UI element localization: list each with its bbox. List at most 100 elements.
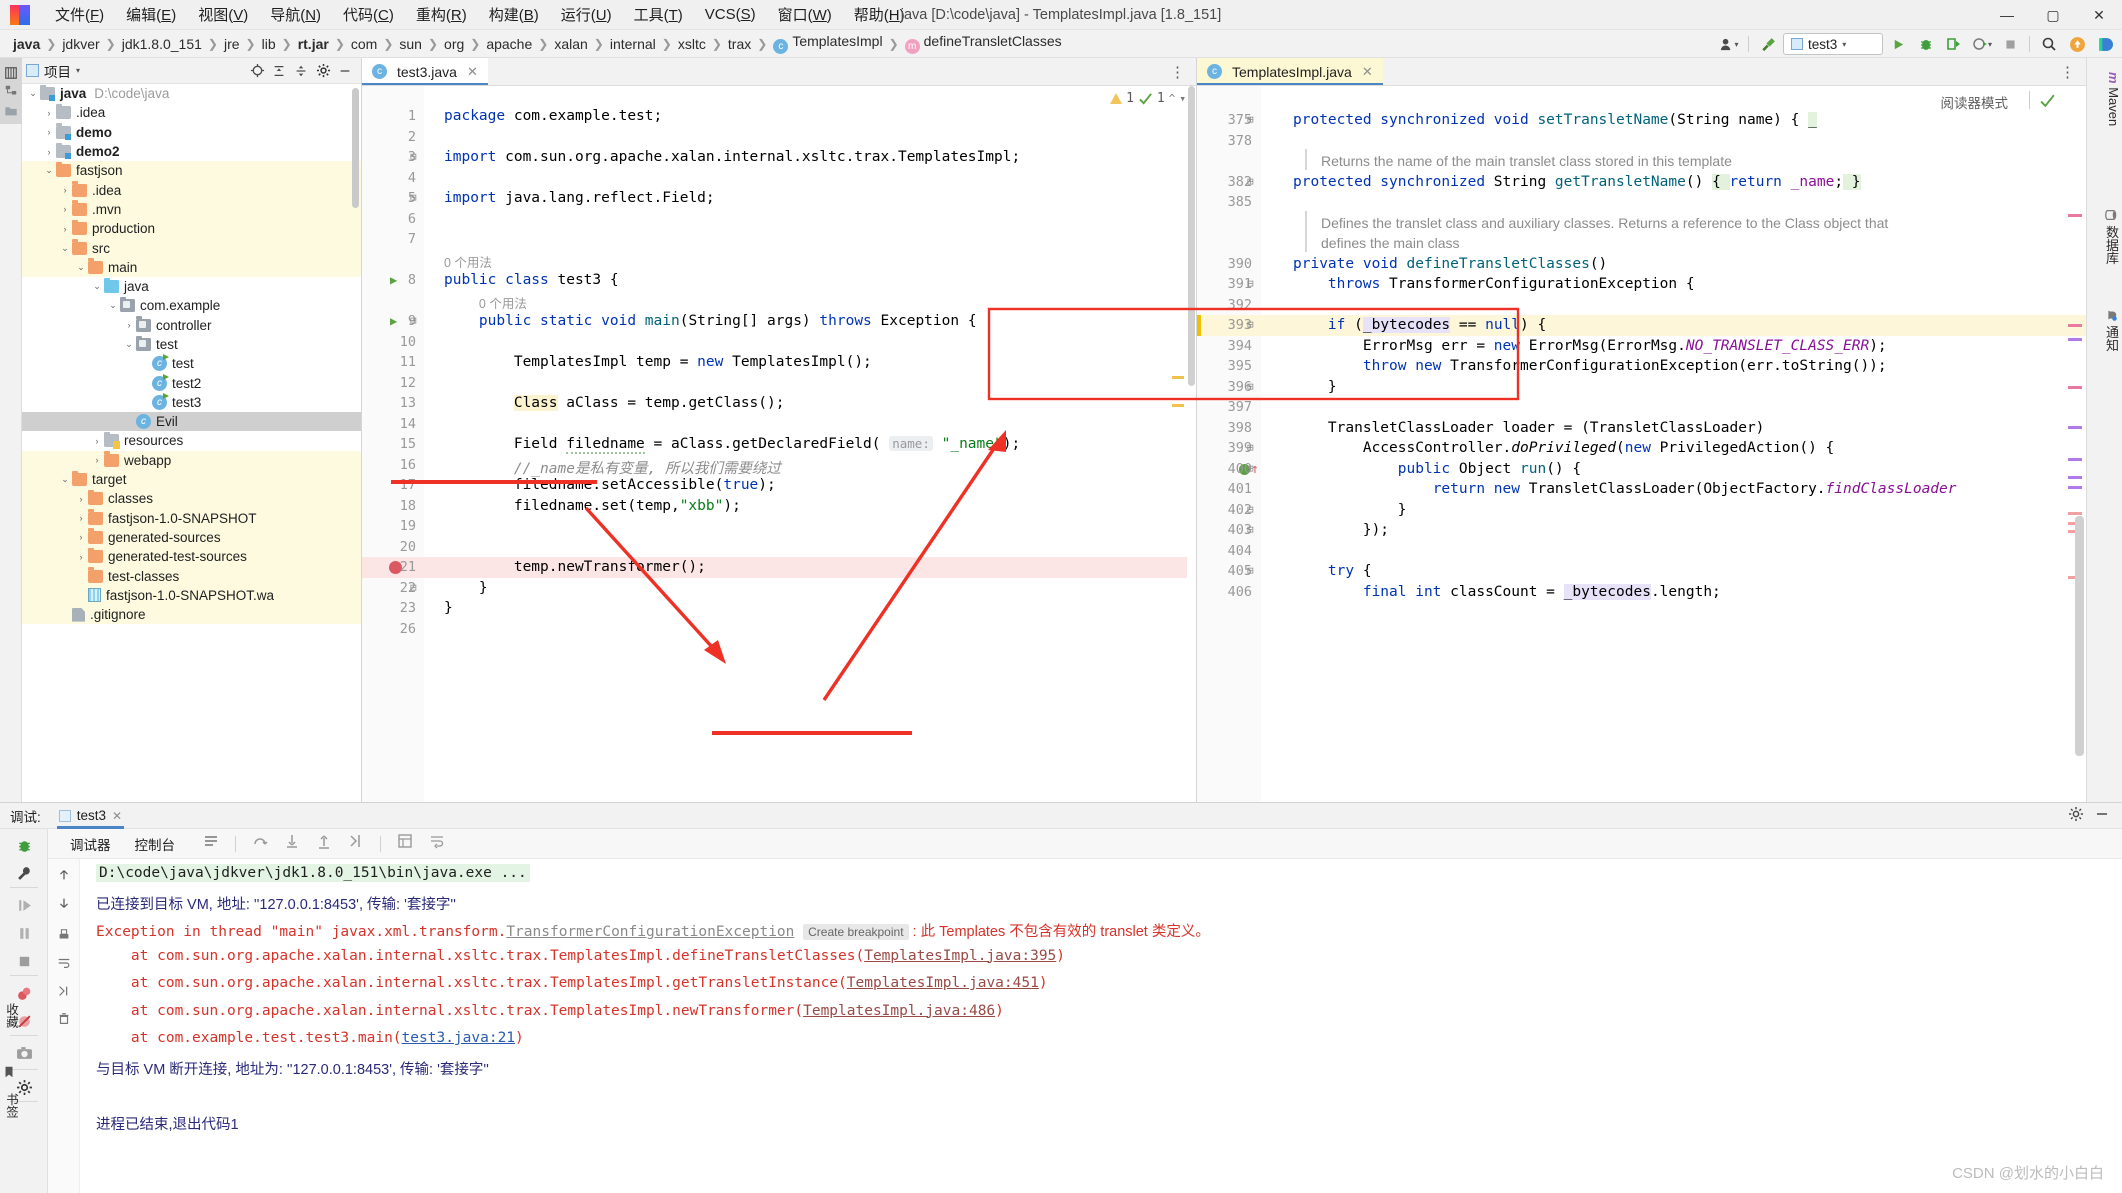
breadcrumb-item[interactable]: xsltc xyxy=(673,35,711,53)
chevron-down-icon[interactable]: ⌄ xyxy=(42,165,56,176)
tree-node[interactable]: ⌄ java D:\code\java xyxy=(22,84,361,103)
run-configuration-selector[interactable]: test3 ▾ xyxy=(1783,33,1883,55)
evaluate-icon[interactable] xyxy=(397,833,413,854)
tree-node[interactable]: ·ctest3 xyxy=(22,392,361,412)
settings-gear-icon[interactable] xyxy=(2068,806,2084,825)
collapse-all-icon[interactable] xyxy=(293,63,309,79)
scroll-to-end-icon[interactable] xyxy=(56,983,72,999)
menu-build[interactable]: 构建(B) xyxy=(478,0,550,29)
breadcrumb-item[interactable]: c TemplatesImpl xyxy=(768,32,887,55)
menu-code[interactable]: 代码(C) xyxy=(332,0,405,29)
step-out-icon[interactable] xyxy=(316,833,332,854)
bottom-strip-bookmarks[interactable]: 书签 xyxy=(2,1093,21,1118)
breadcrumb-item[interactable]: lib xyxy=(257,35,281,53)
debug-bug-icon[interactable] xyxy=(14,835,34,855)
user-icon[interactable]: ▾ xyxy=(1716,32,1742,56)
close-icon[interactable]: ✕ xyxy=(1362,64,1373,80)
chevron-down-icon[interactable]: ⌄ xyxy=(74,262,88,273)
chevron-right-icon[interactable]: › xyxy=(90,455,104,465)
tree-node[interactable]: › production xyxy=(22,219,361,239)
menu-help[interactable]: 帮助(H) xyxy=(843,0,916,29)
fold-toggle-icon[interactable]: ⊞ xyxy=(1247,113,1254,126)
chevron-right-icon[interactable]: · xyxy=(138,397,152,407)
fold-toggle-icon[interactable]: ⊟ xyxy=(1247,380,1254,393)
editor-right-code[interactable]: 阅读器模式 375 ⊞ protected synchronized void se… xyxy=(1197,86,2086,802)
run-with-coverage-icon[interactable] xyxy=(1941,32,1967,56)
tree-node[interactable]: › demo xyxy=(22,123,361,142)
chevron-right-icon[interactable]: › xyxy=(74,532,88,542)
analysis-stripe[interactable] xyxy=(1172,404,1184,407)
debug-subtab[interactable]: 控制台 xyxy=(123,830,188,863)
minimize-button[interactable]: — xyxy=(1984,0,2030,30)
search-icon[interactable] xyxy=(2036,32,2062,56)
tree-node[interactable]: ·ctest xyxy=(22,354,361,373)
fold-toggle-icon[interactable]: ⊟ xyxy=(1247,523,1254,536)
fold-toggle-icon[interactable]: ⊟ xyxy=(1247,564,1254,577)
chevron-down-icon[interactable]: ⌄ xyxy=(106,300,120,311)
breadcrumb-item[interactable]: xalan xyxy=(549,35,592,53)
breadcrumb-item[interactable]: jre xyxy=(219,35,245,53)
hammer-icon[interactable] xyxy=(1755,32,1781,56)
bookmark-icon[interactable] xyxy=(2,1065,16,1079)
tree-node[interactable]: ⌄ java xyxy=(22,277,361,296)
debug-subtab[interactable]: 调试器 xyxy=(58,830,123,858)
analysis-stripe[interactable] xyxy=(2068,458,2082,461)
editor-options-icon[interactable]: ⋮ xyxy=(2050,58,2086,85)
menu-run[interactable]: 运行(U) xyxy=(550,0,623,29)
stop-icon[interactable] xyxy=(1997,32,2023,56)
menu-navigate[interactable]: 导航(N) xyxy=(259,0,332,29)
project-tool-icon[interactable] xyxy=(4,66,18,80)
chevron-right-icon[interactable]: › xyxy=(90,436,104,446)
breadcrumb-item[interactable]: com xyxy=(346,35,382,53)
fold-toggle-icon[interactable]: ⊟ xyxy=(410,314,417,327)
menu-window[interactable]: 窗口(W) xyxy=(767,0,843,29)
tree-node[interactable]: ⌄ com.example xyxy=(22,296,361,315)
analysis-stripe[interactable] xyxy=(2068,512,2082,515)
tree-node[interactable]: · fastjson-1.0-SNAPSHOT.wa xyxy=(22,585,361,606)
breadcrumb-item[interactable]: org xyxy=(439,35,469,53)
inspection-widget[interactable]: 1 1 ^ ▾ xyxy=(1110,91,1186,106)
step-over-icon[interactable] xyxy=(252,833,268,854)
analysis-stripe[interactable] xyxy=(2068,486,2082,489)
chevron-right-icon[interactable]: › xyxy=(58,185,72,195)
structure-tool-icon[interactable] xyxy=(4,84,18,98)
breadcrumb-item[interactable]: trax xyxy=(723,35,756,53)
chevron-right-icon[interactable]: › xyxy=(42,147,56,157)
right-strip-notifications[interactable]: 通知 xyxy=(2089,308,2121,352)
debug-session-tab[interactable]: test3 ✕ xyxy=(51,803,130,829)
tree-node[interactable]: › .idea xyxy=(22,180,361,200)
pause-icon[interactable] xyxy=(14,923,34,943)
update-icon[interactable] xyxy=(2064,32,2090,56)
chevron-right-icon[interactable]: › xyxy=(42,108,56,118)
menu-vcs[interactable]: VCS(S) xyxy=(694,2,767,27)
chevron-down-icon[interactable]: ▾ xyxy=(76,66,80,75)
inspections-ok-icon[interactable] xyxy=(2039,92,2056,109)
expand-all-icon[interactable] xyxy=(271,63,287,79)
fold-toggle-icon[interactable]: ⊟ xyxy=(410,150,417,163)
tree-node[interactable]: › .mvn xyxy=(22,199,361,220)
settings-gear-icon[interactable] xyxy=(315,63,331,79)
analysis-stripe[interactable] xyxy=(2068,338,2082,341)
fold-toggle-icon[interactable]: ⊞ xyxy=(1247,175,1254,188)
run-to-cursor-icon[interactable] xyxy=(348,833,364,854)
chevron-right-icon[interactable]: › xyxy=(74,552,88,562)
close-icon[interactable]: ✕ xyxy=(112,809,122,823)
locate-icon[interactable] xyxy=(249,63,265,79)
analysis-stripe[interactable] xyxy=(2068,426,2082,429)
scroll-down-icon[interactable] xyxy=(56,895,72,911)
bottom-strip-favorites[interactable]: 收藏 xyxy=(2,1003,21,1028)
breadcrumb-item[interactable]: jdk1.8.0_151 xyxy=(117,35,207,53)
profile-icon[interactable]: ▾ xyxy=(1969,32,1995,56)
fold-toggle-icon[interactable]: ⊟ xyxy=(410,581,417,594)
breadcrumb-item[interactable]: rt.jar xyxy=(293,35,334,53)
run-gutter-icon[interactable]: ▶ xyxy=(390,314,397,328)
debug-icon[interactable] xyxy=(1913,32,1939,56)
menu-refactor[interactable]: 重构(R) xyxy=(405,0,478,29)
idea-icon[interactable] xyxy=(2092,32,2118,56)
editor-options-icon[interactable]: ⋮ xyxy=(1160,58,1196,85)
breadcrumb-item[interactable]: apache xyxy=(481,35,537,53)
tree-node[interactable]: › resources xyxy=(22,431,361,450)
reader-mode-label[interactable]: 阅读器模式 xyxy=(1941,92,2009,112)
right-strip-maven[interactable]: m Maven xyxy=(2089,72,2121,126)
menu-view[interactable]: 视图(V) xyxy=(187,0,259,29)
